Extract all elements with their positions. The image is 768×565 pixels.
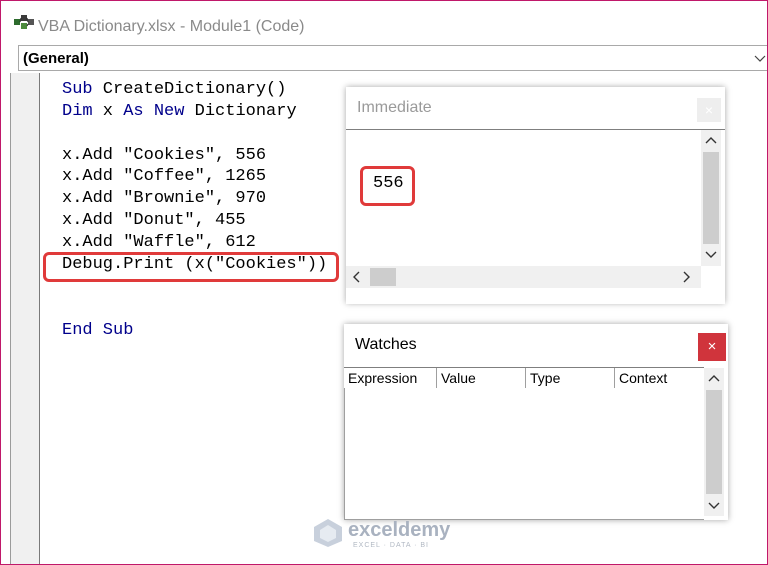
watches-title-bar[interactable]: Watches ×	[344, 324, 728, 366]
column-expression[interactable]: Expression	[344, 368, 437, 388]
immediate-output-pane[interactable]: 556	[346, 129, 725, 304]
column-type[interactable]: Type	[526, 368, 615, 388]
scroll-left-icon[interactable]	[352, 271, 360, 283]
code-text: CreateDictionary()	[92, 80, 287, 99]
margin-indicator-bar[interactable]	[11, 73, 40, 564]
debug-print-highlight	[43, 252, 339, 282]
watches-title: Watches	[355, 336, 417, 353]
code-text: x	[92, 102, 124, 121]
code-text: Dictionary	[184, 102, 297, 121]
code-keyword: As New	[123, 102, 185, 121]
scroll-thumb[interactable]	[370, 268, 396, 286]
code-line[interactable]: x.Add "Cookies", 556	[62, 145, 266, 167]
vbe-code-window: VBA Dictionary.xlsx - Module1 (Code) (Ge…	[0, 0, 768, 565]
scroll-down-icon[interactable]	[708, 502, 720, 510]
code-line[interactable]: Sub CreateDictionary()	[62, 79, 286, 101]
scroll-up-icon[interactable]	[708, 374, 720, 382]
watches-vertical-scrollbar[interactable]	[704, 368, 724, 516]
watermark-brand: exceldemy	[348, 519, 451, 541]
code-line[interactable]: End Sub	[62, 320, 133, 342]
code-line[interactable]: x.Add "Waffle", 612	[62, 232, 256, 254]
window-title: VBA Dictionary.xlsx - Module1 (Code)	[38, 18, 305, 35]
immediate-title-bar[interactable]: Immediate ×	[346, 87, 725, 127]
code-line[interactable]: Dim x As New Dictionary	[62, 101, 297, 123]
watches-column-header: Expression Value Type Context	[344, 367, 704, 389]
chevron-down-icon[interactable]	[754, 55, 766, 63]
code-keyword: Dim	[62, 102, 93, 121]
immediate-horizontal-scrollbar[interactable]	[346, 266, 701, 288]
code-keyword: Sub	[62, 80, 93, 99]
watermark-tagline: EXCEL · DATA · BI	[353, 542, 429, 549]
watches-window: Watches × Expression Value Type Context	[344, 324, 728, 520]
code-line[interactable]: x.Add "Donut", 455	[62, 210, 246, 232]
code-line[interactable]: x.Add "Coffee", 1265	[62, 166, 266, 188]
output-highlight	[360, 166, 415, 206]
column-value[interactable]: Value	[437, 368, 526, 388]
scroll-up-icon[interactable]	[705, 136, 717, 144]
immediate-close-button[interactable]: ×	[697, 98, 721, 122]
code-line[interactable]: x.Add "Brownie", 970	[62, 188, 266, 210]
code-keyword: End Sub	[62, 321, 134, 340]
column-context[interactable]: Context	[615, 368, 704, 388]
scroll-down-icon[interactable]	[705, 251, 717, 259]
vba-module-icon	[14, 15, 34, 29]
immediate-title: Immediate	[357, 99, 432, 116]
procedure-combo[interactable]: (General)	[18, 45, 767, 71]
scroll-thumb[interactable]	[703, 152, 719, 244]
exceldemy-logo-icon	[314, 519, 342, 547]
scroll-thumb[interactable]	[706, 390, 722, 494]
watches-close-button[interactable]: ×	[698, 333, 726, 361]
immediate-vertical-scrollbar[interactable]	[701, 130, 721, 266]
immediate-window: Immediate × 556	[346, 87, 725, 304]
title-bar: VBA Dictionary.xlsx - Module1 (Code)	[1, 1, 767, 41]
combo-value: (General)	[23, 50, 89, 67]
scroll-right-icon[interactable]	[683, 271, 691, 283]
watches-list[interactable]	[344, 388, 704, 520]
